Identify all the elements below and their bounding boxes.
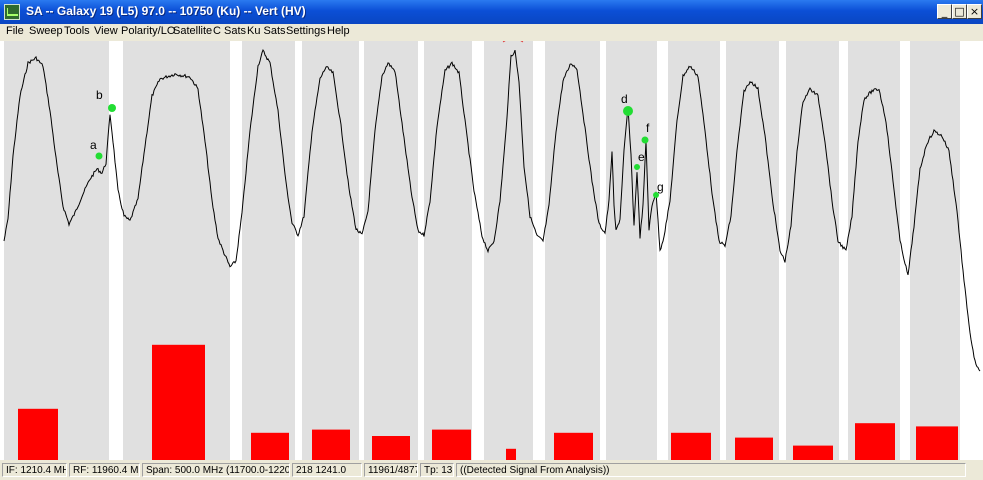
signal-strength-bar [916,426,958,460]
status-if: IF: 1210.4 MHz [2,463,67,477]
menu-ku-sats[interactable]: Ku Sats [247,25,286,37]
signal-strength-bar [735,437,773,460]
signal-strength-bar [152,344,205,460]
spectrum-chart[interactable]: abcdefg [0,29,983,460]
window-title: SA -- Galaxy 19 (L5) 97.0 -- 10750 (Ku) … [26,4,306,18]
peak-marker-d[interactable] [623,106,633,116]
peak-marker-a[interactable] [95,152,103,160]
transponder-band [545,41,600,460]
signal-strength-bar [554,432,593,460]
transponder-band [364,41,418,460]
title-bar[interactable]: SA -- Galaxy 19 (L5) 97.0 -- 10750 (Ku) … [0,0,983,24]
peak-marker-label: c [491,41,497,44]
peak-marker-label: a [90,138,97,152]
transponder-band [484,41,533,460]
status-message: ((Detected Signal From Analysis)) [456,463,966,477]
peak-marker-label: g [657,180,664,194]
transponder-band [242,41,295,460]
maximize-button[interactable]: □ [952,4,967,19]
peak-marker-label: b [96,88,103,102]
signal-strength-bar [671,432,711,460]
menu-polarity-lo[interactable]: Polarity/LO [121,25,175,37]
spectrum-analyzer-window: SA -- Galaxy 19 (L5) 97.0 -- 10750 (Ku) … [0,0,983,480]
signal-strength-bar [506,448,516,460]
app-icon [4,4,20,20]
peak-marker-label: d [621,92,628,106]
signal-strength-bar [18,408,58,460]
transponder-band [668,41,720,460]
transponder-band [910,41,960,460]
menu-help[interactable]: Help [327,25,350,37]
transponder-band [424,41,472,460]
menu-satellite[interactable]: Satellite [173,25,212,37]
menu-bar: File Sweep Tools View Polarity/LO Satell… [0,24,983,40]
status-transponder: Tp: 13 [420,463,454,477]
peak-marker-f[interactable] [641,136,649,144]
transponder-band [606,41,657,460]
spectrum-plot[interactable]: abcdefg [0,29,983,460]
menu-sweep[interactable]: Sweep [29,25,63,37]
transponder-band [726,41,779,460]
signal-strength-bar [855,423,895,460]
peak-marker-e[interactable] [634,164,640,170]
transponder-band [848,41,900,460]
menu-tools[interactable]: Tools [64,25,90,37]
close-button[interactable]: × [967,4,982,19]
transponder-band [4,41,109,460]
status-frequency: 11961/4877 [364,463,418,477]
signal-strength-bar [312,429,350,460]
transponder-band [302,41,359,460]
transponder-band [786,41,839,460]
peak-marker-b[interactable] [108,104,116,112]
signal-strength-bar [432,429,471,460]
menu-view[interactable]: View [94,25,118,37]
status-cursor-position: 218 1241.0 [292,463,362,477]
menu-settings[interactable]: Settings [286,25,326,37]
status-bar: IF: 1210.4 MHz RF: 11960.4 MHz Span: 500… [0,461,983,480]
menu-c-sats[interactable]: C Sats [213,25,246,37]
peak-marker-label: e [638,150,645,164]
minimize-button[interactable]: _ [937,4,952,19]
status-span: Span: 500.0 MHz (11700.0-12200.0) [142,463,290,477]
signal-strength-bar [793,445,833,460]
signal-strength-bar [251,432,289,460]
status-rf: RF: 11960.4 MHz [69,463,140,477]
signal-strength-bar [372,436,410,460]
menu-file[interactable]: File [6,25,24,37]
